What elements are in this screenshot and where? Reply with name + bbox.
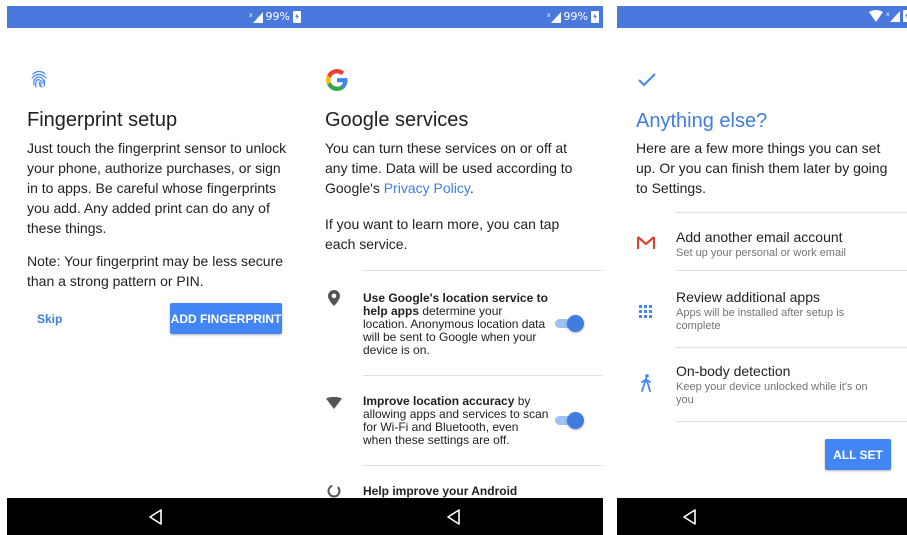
service-item[interactable]: Improve location accuracy by allowing ap… [363, 395, 549, 447]
anything-else-screen: x Anything else? Here are a few more thi… [617, 0, 907, 535]
item-title[interactable]: Review additional apps [676, 289, 820, 305]
status-bar: x 99% [7, 6, 305, 28]
services-intro-end: . [469, 180, 474, 196]
divider [363, 465, 603, 466]
fingerprint-setup-screen: x 99% Fingerprint setup Just touch the f… [7, 0, 305, 535]
location-accuracy-toggle[interactable] [553, 412, 584, 429]
divider [676, 270, 907, 271]
services-intro: You can turn these services on or off at… [325, 138, 587, 198]
service-item[interactable]: Use Google's location service to help ap… [363, 292, 549, 357]
divider [676, 347, 907, 348]
wifi-icon [326, 397, 342, 409]
no-signal-icon: x [886, 11, 900, 22]
back-icon[interactable] [447, 509, 461, 525]
divider [676, 421, 907, 422]
navigation-bar [7, 498, 305, 535]
svg-text:x: x [547, 12, 551, 19]
checkmark-icon [638, 73, 656, 87]
battery-icon [903, 10, 907, 22]
battery-charging-icon [293, 10, 301, 23]
divider [363, 270, 603, 271]
item-subtitle: Keep your device unlocked while it's on … [676, 381, 868, 406]
toggle-knob [567, 315, 584, 332]
status-bar: x 99% [305, 6, 603, 28]
page-title: Fingerprint setup [27, 109, 178, 131]
divider [676, 212, 907, 213]
navigation-bar [617, 498, 907, 535]
no-signal-icon: x [249, 11, 263, 23]
apps-grid-icon [639, 305, 652, 318]
back-icon[interactable] [149, 509, 163, 525]
svg-text:x: x [886, 11, 890, 18]
no-signal-icon: x [547, 11, 561, 23]
service-title: Help improve your Android [363, 484, 518, 498]
screenshot-stage: x 99% Fingerprint setup Just touch the f… [0, 0, 907, 535]
battery-percent: 99% [563, 10, 588, 23]
fingerprint-icon [31, 70, 47, 88]
google-logo-icon [326, 69, 348, 91]
gmail-icon [637, 236, 655, 249]
battery-percent: 99% [265, 10, 290, 23]
item-subtitle: Apps will be installed after setup is co… [676, 307, 845, 332]
fingerprint-description: Just touch the fingerprint sensor to unl… [27, 140, 287, 236]
fingerprint-note: Note: Your fingerprint may be less secur… [27, 253, 284, 289]
svg-text:x: x [249, 12, 253, 19]
toggle-knob [567, 412, 584, 429]
navigation-bar [305, 498, 603, 535]
skip-button[interactable]: Skip [37, 312, 62, 326]
item-title[interactable]: On-body detection [676, 363, 790, 379]
usage-diagnostics-icon [327, 484, 341, 498]
learn-more-text: If you want to learn more, you can tap e… [325, 216, 560, 252]
anything-else-description: Here are a few more things you can set u… [636, 140, 888, 196]
back-icon[interactable] [683, 509, 697, 525]
wifi-signal-icon [869, 10, 883, 22]
page-title: Google services [325, 109, 469, 131]
battery-charging-icon [591, 10, 599, 23]
status-bar: x [617, 6, 907, 28]
divider [363, 375, 603, 376]
service-item[interactable]: Help improve your Android [363, 485, 549, 498]
service-title: Improve location accuracy [363, 394, 515, 408]
page-title: Anything else? [636, 110, 768, 132]
privacy-policy-link[interactable]: Privacy Policy [384, 180, 470, 196]
walking-person-icon [641, 374, 651, 392]
item-subtitle: Set up your personal or work email [676, 247, 846, 259]
all-set-button[interactable]: ALL SET [825, 439, 891, 470]
google-services-screen: x 99% Google services You can turn these… [305, 0, 603, 535]
location-pin-icon [328, 290, 340, 306]
location-service-toggle[interactable] [553, 315, 584, 332]
add-fingerprint-button[interactable]: ADD FINGERPRINT [170, 303, 282, 334]
item-title[interactable]: Add another email account [676, 229, 843, 245]
